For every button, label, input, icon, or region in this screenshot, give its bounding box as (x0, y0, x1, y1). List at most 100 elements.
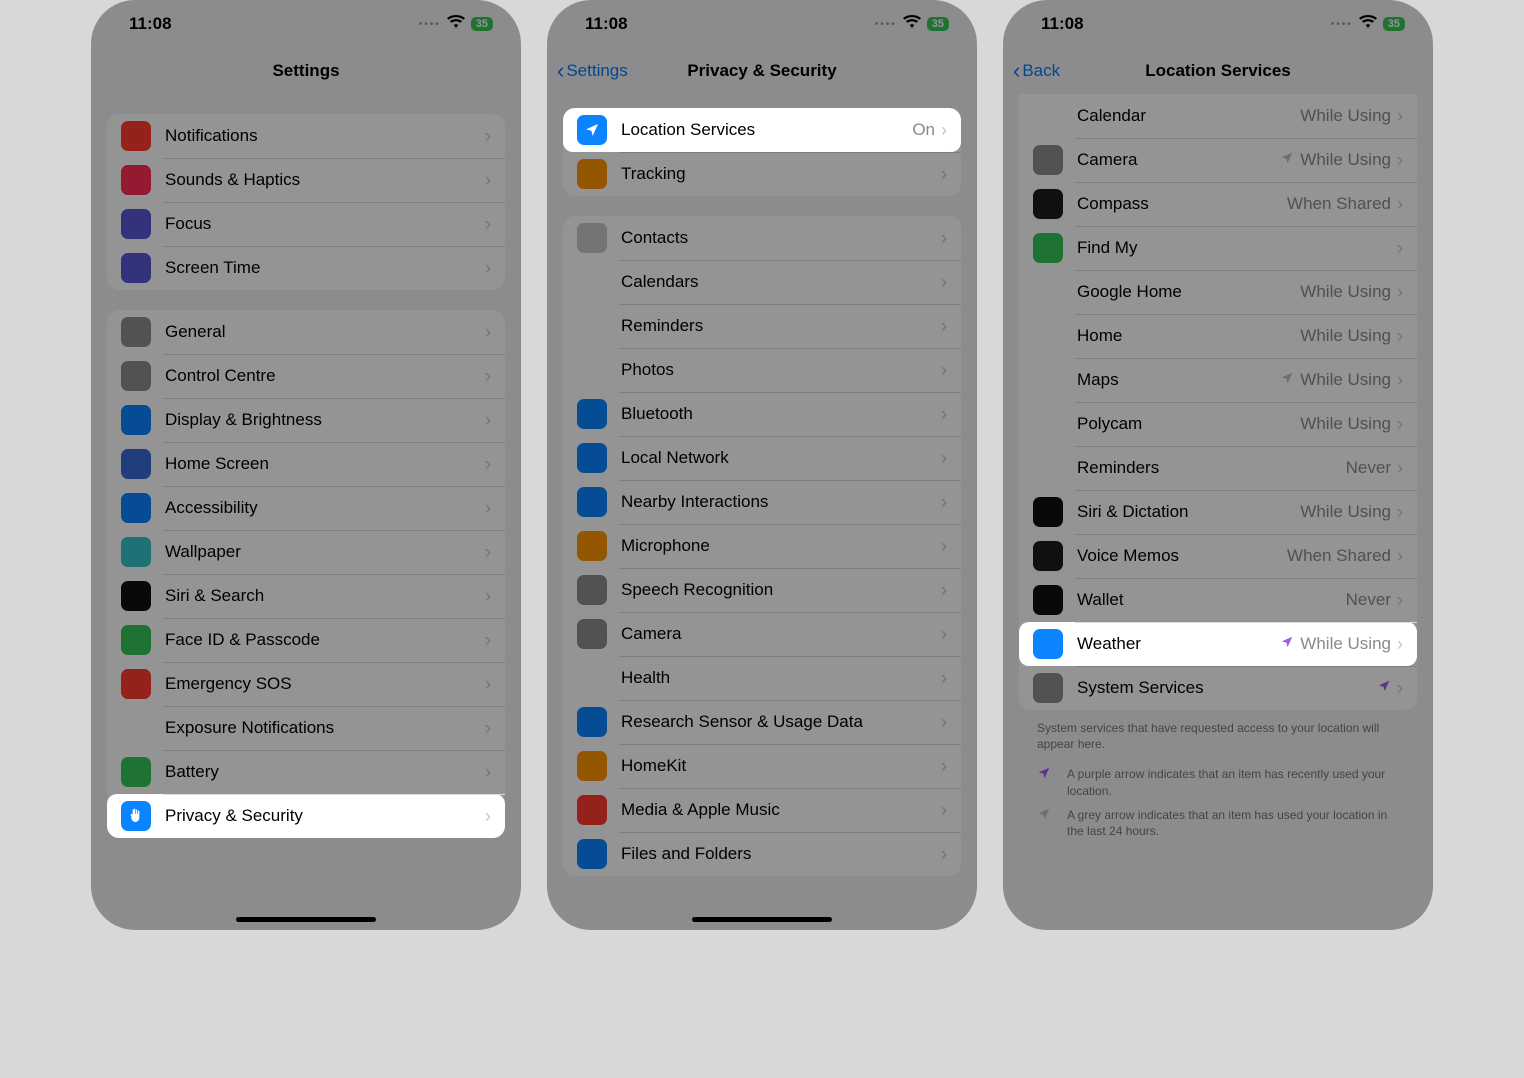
chevron-right-icon: › (485, 674, 491, 695)
settings-group-1: Notifications›Sounds & Haptics›Focus›Scr… (107, 114, 505, 290)
list-row[interactable]: RemindersNever› (1019, 446, 1417, 490)
list-row[interactable]: Exposure Notifications› (107, 706, 505, 750)
list-row[interactable]: General› (107, 310, 505, 354)
row-label: Contacts (621, 228, 941, 248)
list-row[interactable]: HomeWhile Using› (1019, 314, 1417, 358)
chevron-right-icon: › (1397, 370, 1403, 391)
moon-icon (121, 209, 151, 239)
list-row[interactable]: Google HomeWhile Using› (1019, 270, 1417, 314)
list-row[interactable]: Reminders› (563, 304, 961, 348)
row-label: HomeKit (621, 756, 941, 776)
list-row[interactable]: Tracking› (563, 152, 961, 196)
virus-icon (121, 713, 151, 743)
chevron-right-icon: › (941, 492, 947, 513)
list-row[interactable]: System Services› (1019, 666, 1417, 710)
list-row[interactable]: Battery› (107, 750, 505, 794)
footnote: System services that have requested acce… (1019, 710, 1417, 762)
list-row[interactable]: Display & Brightness› (107, 398, 505, 442)
row-value: While Using (1300, 370, 1391, 390)
chevron-right-icon: › (485, 170, 491, 191)
list-row[interactable]: PolycamWhile Using› (1019, 402, 1417, 446)
battery-badge: 35 (1383, 17, 1405, 31)
list-row[interactable]: Files and Folders› (563, 832, 961, 876)
app-icon (1033, 365, 1063, 395)
sliders-icon (121, 361, 151, 391)
list-row[interactable]: Accessibility› (107, 486, 505, 530)
chevron-right-icon: › (941, 756, 947, 777)
list-row[interactable]: WeatherWhile Using› (1019, 622, 1417, 666)
list-row[interactable]: Sounds & Haptics› (107, 158, 505, 202)
list-row[interactable]: Location ServicesOn› (563, 108, 961, 152)
row-label: Display & Brightness (165, 410, 485, 430)
list-row[interactable]: Screen Time› (107, 246, 505, 290)
list-row[interactable]: Wallpaper› (107, 530, 505, 574)
list-row[interactable]: Privacy & Security› (107, 794, 505, 838)
row-label: Location Services (621, 120, 912, 140)
list-row[interactable]: Calendars› (563, 260, 961, 304)
chevron-right-icon: › (485, 498, 491, 519)
location-arrow-icon (1037, 807, 1051, 839)
chevron-right-icon: › (485, 806, 491, 827)
app-icon (1033, 453, 1063, 483)
list-row[interactable]: Camera› (563, 612, 961, 656)
app-icon (1033, 497, 1063, 527)
list-row[interactable]: Focus› (107, 202, 505, 246)
list-row[interactable]: Bluetooth› (563, 392, 961, 436)
row-label: Maps (1077, 370, 1280, 390)
row-label: Home Screen (165, 454, 485, 474)
list-row[interactable]: Research Sensor & Usage Data› (563, 700, 961, 744)
chevron-right-icon: › (1397, 238, 1403, 259)
chevron-right-icon: › (941, 800, 947, 821)
list-row[interactable]: Microphone› (563, 524, 961, 568)
row-label: Health (621, 668, 941, 688)
list-row[interactable]: Speech Recognition› (563, 568, 961, 612)
list-row[interactable]: Contacts› (563, 216, 961, 260)
hourglass-icon (121, 253, 151, 283)
list-row[interactable]: WalletNever› (1019, 578, 1417, 622)
list-row[interactable]: Voice MemosWhen Shared› (1019, 534, 1417, 578)
list-row[interactable]: Control Centre› (107, 354, 505, 398)
row-label: Camera (621, 624, 941, 644)
row-label: Files and Folders (621, 844, 941, 864)
list-row[interactable]: Face ID & Passcode› (107, 618, 505, 662)
list-row[interactable]: Emergency SOS› (107, 662, 505, 706)
list-row[interactable]: HomeKit› (563, 744, 961, 788)
chevron-right-icon: › (485, 126, 491, 147)
back-label: Back (1022, 61, 1060, 81)
list-row[interactable]: CompassWhen Shared› (1019, 182, 1417, 226)
list-row[interactable]: Home Screen› (107, 442, 505, 486)
row-label: Sounds & Haptics (165, 170, 485, 190)
row-label: Reminders (1077, 458, 1346, 478)
list-row[interactable]: Maps While Using › (1019, 358, 1417, 402)
list-row[interactable]: Find My› (1019, 226, 1417, 270)
row-label: Google Home (1077, 282, 1300, 302)
list-row[interactable]: Photos› (563, 348, 961, 392)
chevron-right-icon: › (1397, 634, 1403, 655)
list-row[interactable]: Media & Apple Music› (563, 788, 961, 832)
row-label: Wallpaper (165, 542, 485, 562)
list-row[interactable]: CalendarWhile Using› (1019, 94, 1417, 138)
list-row[interactable]: Siri & DictationWhile Using› (1019, 490, 1417, 534)
status-time: 11:08 (1041, 14, 1084, 34)
list-row[interactable]: Local Network› (563, 436, 961, 480)
row-label: Reminders (621, 316, 941, 336)
wifi-icon (447, 14, 465, 34)
back-button[interactable]: ‹ Back (1013, 60, 1060, 82)
chevron-right-icon: › (941, 360, 947, 381)
list-row[interactable]: Nearby Interactions› (563, 480, 961, 524)
row-label: Photos (621, 360, 941, 380)
wifi-icon (1359, 14, 1377, 34)
home-indicator (692, 917, 832, 922)
back-button[interactable]: ‹ Settings (557, 60, 628, 82)
row-label: Home (1077, 326, 1300, 346)
aa-icon (121, 405, 151, 435)
chevron-right-icon: › (1397, 414, 1403, 435)
list-row[interactable]: CameraWhile Using› (1019, 138, 1417, 182)
list-row[interactable]: Notifications› (107, 114, 505, 158)
list-row[interactable]: Health› (563, 656, 961, 700)
row-label: Polycam (1077, 414, 1300, 434)
siri-icon (121, 581, 151, 611)
list-row[interactable]: Siri & Search› (107, 574, 505, 618)
mic-icon (577, 531, 607, 561)
row-label: Privacy & Security (165, 806, 485, 826)
